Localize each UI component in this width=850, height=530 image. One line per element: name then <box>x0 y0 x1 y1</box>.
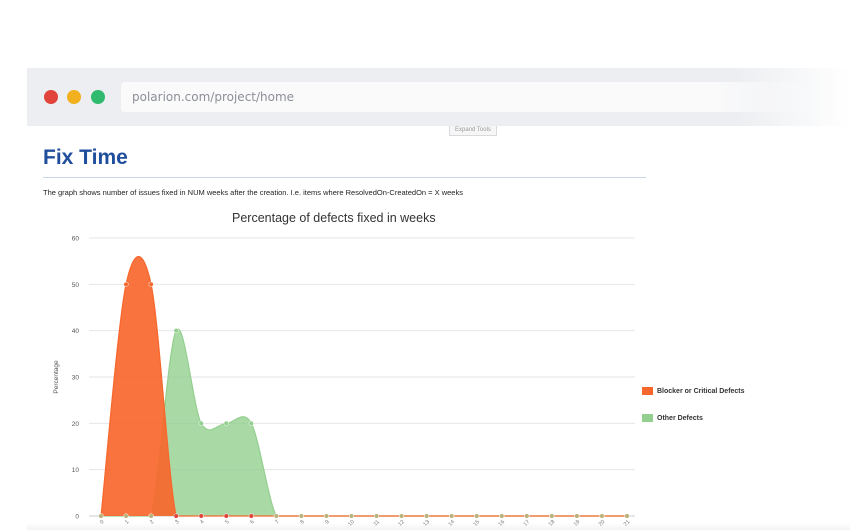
legend-label-other: Other Defects <box>657 414 703 422</box>
data-point-other <box>223 420 229 426</box>
legend-item-blocker[interactable]: Blocker or Critical Defects <box>642 386 745 396</box>
legend-swatch-blocker <box>642 387 653 395</box>
y-tick-label: 30 <box>72 375 80 382</box>
data-point-other <box>574 513 580 519</box>
data-point-blocker <box>248 513 254 519</box>
data-point-other <box>123 513 129 519</box>
data-point-other <box>549 513 555 519</box>
data-point-other <box>323 513 329 519</box>
data-point-other <box>499 513 505 519</box>
data-point-other <box>273 513 279 519</box>
y-axis-label: Percentage <box>53 360 60 394</box>
series-area-other <box>101 329 627 516</box>
data-point-blocker <box>123 281 129 287</box>
data-point-other <box>98 513 104 519</box>
browser-window: polarion.com/project/home Expand Tools F… <box>27 68 850 530</box>
data-point-other <box>298 513 304 519</box>
y-tick-label: 40 <box>72 328 80 335</box>
data-point-other <box>198 420 204 426</box>
data-point-other <box>348 513 355 519</box>
data-point-other <box>173 328 179 334</box>
data-point-other <box>624 513 630 519</box>
fix-time-chart: 0102030405060Percentage01234567891011121… <box>53 236 635 528</box>
y-tick-label: 0 <box>75 514 79 521</box>
data-point-other <box>248 420 254 426</box>
legend-label-blocker: Blocker or Critical Defects <box>657 387 745 395</box>
data-point-blocker <box>148 281 154 287</box>
y-tick-label: 20 <box>72 421 80 428</box>
data-point-other <box>399 513 405 519</box>
legend-swatch-other <box>642 414 653 422</box>
window-bottom-fade <box>27 523 850 530</box>
legend-item-other[interactable]: Other Defects <box>642 413 703 423</box>
data-point-other <box>449 513 455 519</box>
data-point-other <box>474 513 480 519</box>
data-point-blocker <box>198 513 204 519</box>
data-point-other <box>424 513 430 519</box>
data-point-other <box>524 513 530 519</box>
y-tick-label: 60 <box>72 236 80 243</box>
data-point-other <box>373 513 380 519</box>
y-tick-label: 10 <box>72 467 80 474</box>
data-point-blocker <box>223 513 229 519</box>
data-point-blocker <box>173 513 179 519</box>
data-point-other <box>599 513 605 519</box>
y-tick-label: 50 <box>72 282 80 289</box>
data-point-other <box>148 513 154 519</box>
